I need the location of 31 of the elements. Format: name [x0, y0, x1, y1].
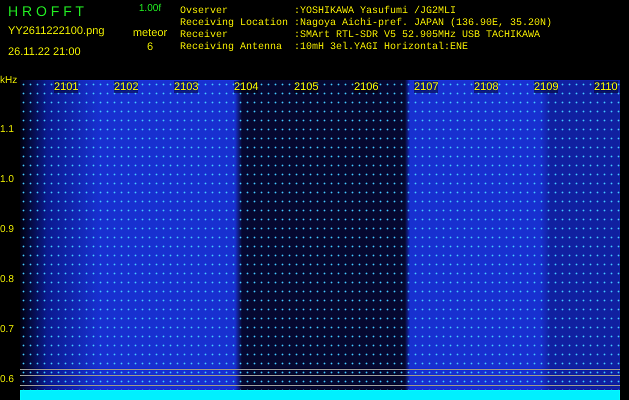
frequency-tick-label: 0.9 [0, 224, 14, 236]
info-label: Receiver [180, 30, 230, 42]
info-label: Receiving Location [180, 18, 290, 30]
unit-label: kHz [0, 75, 18, 86]
frequency-tick-label: 1.0 [0, 174, 14, 186]
minute-label: 2103 [174, 81, 198, 93]
app-title: H R O F F T [8, 2, 85, 20]
info-label: Receiving Antenna [180, 42, 284, 54]
minute-label: 2105 [294, 81, 318, 93]
info-value: :10mH 3el.YAGI Horizontal:ENE [294, 42, 468, 54]
minute-label: 2106 [354, 81, 378, 93]
frequency-tick-label: 0.8 [0, 274, 14, 286]
info-value: :YOSHIKAWA Yasufumi /JG2MLI [294, 6, 456, 18]
date-time: 26.11.22 21:00 [8, 45, 82, 59]
counter-value: 6 [146, 40, 154, 54]
minute-label: 2104 [234, 81, 258, 93]
minute-label: 2101 [54, 81, 78, 93]
frequency-tick-label: 1.1 [0, 124, 14, 136]
version-label: 1.00f [138, 2, 162, 16]
frequency-tick-label: 0.7 [0, 324, 14, 336]
file-name: YY2611222100.png [8, 24, 106, 38]
minute-label: 2107 [414, 81, 438, 93]
info-value: :Nagoya Aichi-pref. JAPAN (136.90E, 35.20N) [294, 18, 552, 30]
counter-label: meteor [132, 26, 168, 40]
info-label: Ovserver [180, 6, 230, 18]
minute-label: 2108 [474, 81, 498, 93]
info-value: :SMArt RTL-SDR V5 52.905MHz USB TACHIKAWA [294, 30, 540, 42]
minute-label: 2110 [594, 81, 618, 93]
frequency-tick-label: 0.6 [0, 374, 14, 386]
minute-label: 2102 [114, 81, 138, 93]
minute-label: 2109 [534, 81, 558, 93]
